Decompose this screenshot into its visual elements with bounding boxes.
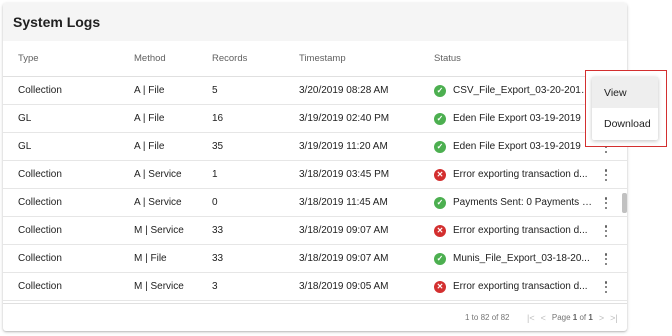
table-row[interactable]: Collection M | Service 3 3/18/2019 09:05 AM… [3, 273, 627, 301]
pagination-nav: |< < Page 1 of 1 > >| [527, 313, 618, 323]
row-actions-menu: View Download [592, 77, 658, 140]
cell-method: A | File [134, 85, 165, 96]
cell-method: M | Service [134, 281, 184, 292]
cell-status: ✓ Eden File Export 03-19-2019 [434, 140, 599, 153]
total-pages: 1 [588, 313, 593, 322]
cell-records: 16 [212, 113, 224, 124]
more-vert-icon[interactable] [601, 223, 611, 239]
cell-records: 3 [212, 281, 218, 292]
status-text: Eden File Export 03-19-2019 [453, 113, 581, 124]
column-header-timestamp[interactable]: Timestamp [299, 53, 419, 64]
cell-method: M | File [134, 253, 167, 264]
table-row[interactable]: Collection A | File 5 3/20/2019 08:28 AM ✓ CS… [3, 77, 627, 105]
prev-page-icon[interactable]: < [541, 313, 546, 323]
of-word: of [579, 313, 587, 322]
cell-method: A | File [134, 141, 165, 152]
status-text: Error exporting transaction d... [453, 225, 588, 236]
cell-timestamp: 3/18/2019 09:07 AM [299, 253, 389, 264]
table-body: Collection A | File 5 3/20/2019 08:28 AM ✓ CS… [3, 77, 627, 301]
cell-timestamp: 3/19/2019 02:40 PM [299, 113, 390, 124]
column-header-records[interactable]: Records [212, 53, 282, 64]
status-text: CSV_File_Export_03-20-2019... [453, 85, 593, 96]
cell-status: ✓ CSV_File_Export_03-20-2019... [434, 84, 599, 97]
cell-status: ✓ Munis_File_Export_03-18-20... [434, 252, 599, 265]
cell-type: GL [18, 141, 32, 152]
cell-records: 5 [212, 85, 218, 96]
more-vert-icon[interactable] [601, 167, 611, 183]
check-circle-icon: ✓ [434, 112, 446, 125]
current-page: 1 [572, 313, 578, 322]
table-row[interactable]: GL A | File 35 3/19/2019 11:20 AM ✓ Eden File… [3, 133, 627, 161]
column-header-method[interactable]: Method [134, 53, 204, 64]
pagination-footer: 1 to 82 of 82 |< < Page 1 of 1 > >| [3, 303, 627, 331]
cell-timestamp: 3/18/2019 09:07 AM [299, 225, 389, 236]
cell-type: Collection [18, 225, 62, 236]
cell-method: A | File [134, 113, 165, 124]
cell-timestamp: 3/18/2019 11:45 AM [299, 197, 388, 208]
system-logs-panel: System Logs Type Method Records Timestam… [3, 3, 627, 331]
status-text: Eden File Export 03-19-2019 [453, 141, 581, 152]
cell-type: GL [18, 113, 32, 124]
cell-type: Collection [18, 85, 62, 96]
cell-records: 1 [212, 169, 218, 180]
cell-method: A | Service [134, 169, 182, 180]
cell-records: 0 [212, 197, 218, 208]
first-page-icon[interactable]: |< [527, 313, 535, 323]
status-text: Error exporting transaction d... [453, 281, 588, 292]
cell-status: ✕ Error exporting transaction d... [434, 168, 599, 181]
pagination-range: 1 to 82 of 82 [465, 313, 510, 322]
row-actions-menu-highlight: View Download [585, 70, 667, 147]
more-vert-icon[interactable] [601, 195, 611, 211]
cell-status: ✓ Payments Sent: 0 Payments I... [434, 196, 599, 209]
cell-type: Collection [18, 253, 62, 264]
page-indicator: Page 1 of 1 [552, 313, 593, 322]
menu-item-view[interactable]: View [592, 77, 658, 108]
error-circle-icon: ✕ [434, 280, 446, 293]
cell-timestamp: 3/20/2019 08:28 AM [299, 85, 389, 96]
cell-method: A | Service [134, 197, 182, 208]
column-header-status[interactable]: Status [434, 53, 599, 64]
cell-type: Collection [18, 281, 62, 292]
table-row[interactable]: Collection A | Service 1 3/18/2019 03:45 PM… [3, 161, 627, 189]
cell-records: 33 [212, 225, 224, 236]
cell-status: ✕ Error exporting transaction d... [434, 280, 599, 293]
cell-timestamp: 3/19/2019 11:20 AM [299, 141, 388, 152]
table-row[interactable]: Collection M | Service 33 3/18/2019 09:07 A… [3, 217, 627, 245]
menu-item-download[interactable]: Download [592, 108, 658, 139]
cell-type: Collection [18, 169, 62, 180]
cell-timestamp: 3/18/2019 09:05 AM [299, 281, 389, 292]
table-row[interactable]: GL A | File 16 3/19/2019 02:40 PM ✓ Eden File… [3, 105, 627, 133]
error-circle-icon: ✕ [434, 224, 446, 237]
check-circle-icon: ✓ [434, 140, 446, 153]
cell-status: ✕ Error exporting transaction d... [434, 224, 599, 237]
panel-title: System Logs [13, 14, 101, 30]
column-header-type[interactable]: Type [18, 53, 118, 64]
cell-type: Collection [18, 197, 62, 208]
cell-status: ✓ Eden File Export 03-19-2019 [434, 112, 599, 125]
next-page-icon[interactable]: > [599, 313, 604, 323]
status-text: Error exporting transaction d... [453, 169, 588, 180]
status-text: Payments Sent: 0 Payments I... [453, 197, 593, 208]
table-header: Type Method Records Timestamp Status [3, 41, 627, 77]
cell-records: 33 [212, 253, 224, 264]
table-row[interactable]: Collection M | File 33 3/18/2019 09:07 AM ✓ M… [3, 245, 627, 273]
table-row[interactable]: Collection A | Service 0 3/18/2019 11:45 AM… [3, 189, 627, 217]
page-word: Page [551, 313, 571, 322]
last-page-icon[interactable]: >| [610, 313, 618, 323]
more-vert-icon[interactable] [601, 279, 611, 295]
vertical-scrollbar[interactable] [622, 193, 627, 213]
check-circle-icon: ✓ [434, 252, 446, 265]
cell-timestamp: 3/18/2019 03:45 PM [299, 169, 390, 180]
more-vert-icon[interactable] [601, 251, 611, 267]
check-circle-icon: ✓ [434, 84, 446, 97]
check-circle-icon: ✓ [434, 196, 446, 209]
panel-header: System Logs [3, 3, 627, 41]
error-circle-icon: ✕ [434, 168, 446, 181]
cell-records: 35 [212, 141, 224, 152]
status-text: Munis_File_Export_03-18-20... [453, 253, 590, 264]
cell-method: M | Service [134, 225, 184, 236]
